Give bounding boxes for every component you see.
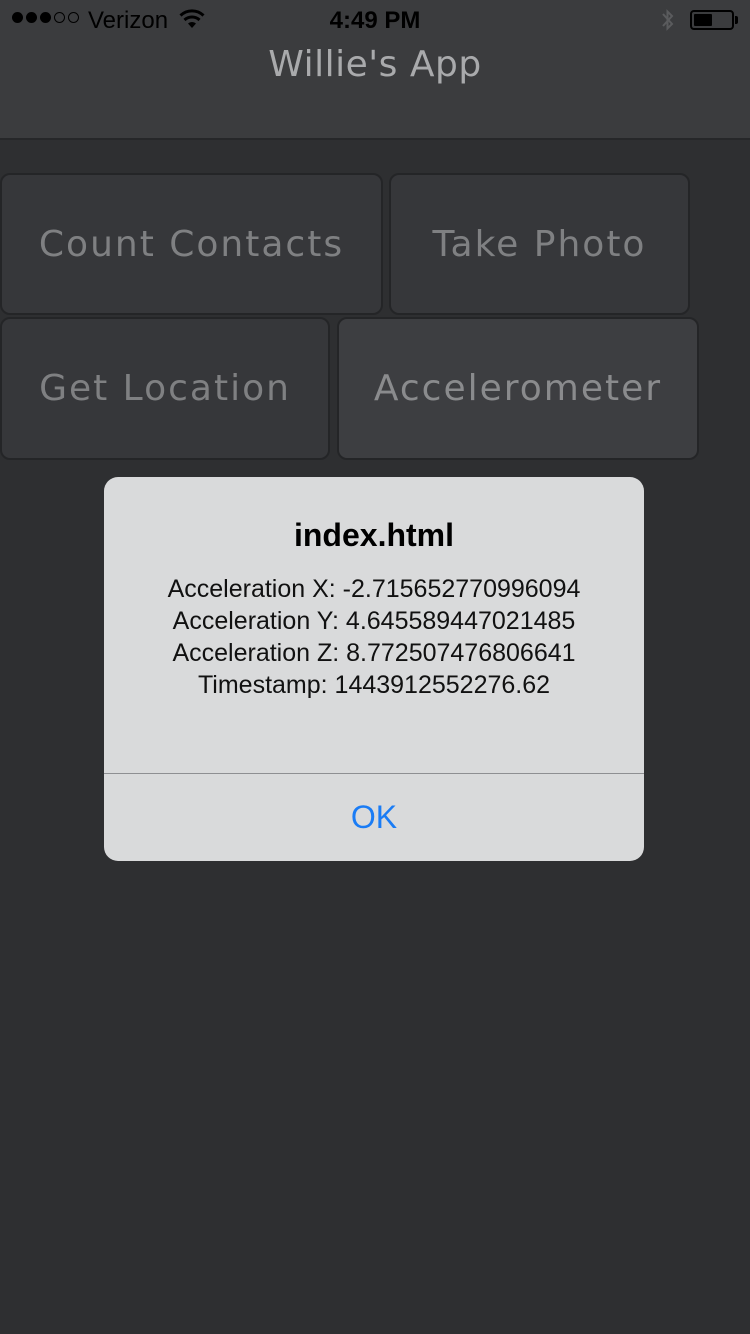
get-location-button[interactable]: Get Location bbox=[0, 317, 330, 460]
ok-button[interactable]: OK bbox=[104, 774, 644, 861]
page-title: Willie's App bbox=[268, 44, 482, 85]
status-bar: Verizon 4:49 PM bbox=[0, 0, 750, 40]
take-photo-button[interactable]: Take Photo bbox=[389, 173, 690, 315]
count-contacts-button[interactable]: Count Contacts bbox=[0, 173, 383, 315]
alert-dialog: index.html Acceleration X: -2.7156527709… bbox=[104, 477, 644, 861]
battery-level bbox=[694, 14, 712, 26]
status-time: 4:49 PM bbox=[329, 7, 421, 34]
acceleration-x-text: Acceleration X: -2.715652770996094 bbox=[167, 575, 581, 603]
top-bar: Verizon 4:49 PM Willie's App bbox=[0, 0, 750, 140]
accelerometer-button[interactable]: Accelerometer bbox=[337, 317, 699, 460]
battery-nub bbox=[735, 16, 738, 24]
timestamp-text: Timestamp: 1443912552276.62 bbox=[197, 671, 551, 699]
acceleration-y-text: Acceleration Y: 4.645589447021485 bbox=[172, 607, 576, 635]
bluetooth-icon bbox=[660, 8, 676, 37]
battery-icon bbox=[690, 10, 738, 30]
acceleration-z-text: Acceleration Z: 8.772507476806641 bbox=[172, 639, 576, 667]
alert-title: index.html bbox=[293, 517, 454, 553]
alert-message: Acceleration X: -2.715652770996094 Accel… bbox=[104, 573, 644, 701]
app-screen: Verizon 4:49 PM Willie's App Count Conta… bbox=[0, 0, 750, 1334]
